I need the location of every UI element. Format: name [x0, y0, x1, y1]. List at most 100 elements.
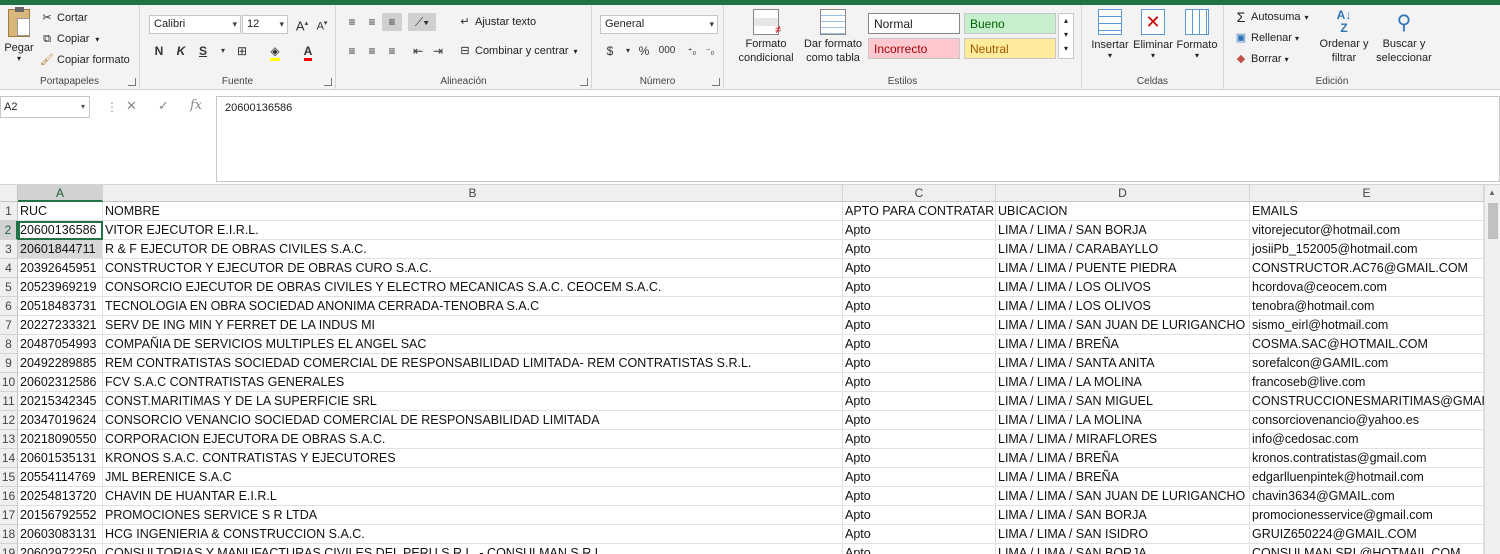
row-header[interactable]: 13 — [0, 430, 18, 449]
align-bottom-icon[interactable]: ≡ — [382, 13, 402, 31]
column-header-e[interactable]: E — [1250, 185, 1484, 202]
cell-e[interactable]: CONSTRUCTOR.AC76@GMAIL.COM — [1250, 259, 1484, 278]
align-left-icon[interactable]: ≡ — [342, 42, 362, 60]
cell-d[interactable]: LIMA / LIMA / SAN BORJA — [996, 506, 1250, 525]
cell-b[interactable]: KRONOS S.A.C. CONTRATISTAS Y EJECUTORES — [103, 449, 843, 468]
cancel-icon[interactable]: ✕ — [126, 98, 137, 114]
cell-a[interactable]: 20601844711 — [18, 240, 103, 259]
cell-e[interactable]: promocionesservice@gmail.com — [1250, 506, 1484, 525]
cell-d[interactable]: LIMA / LIMA / SAN JUAN DE LURIGANCHO — [996, 487, 1250, 506]
cell-d[interactable]: LIMA / LIMA / PUENTE PIEDRA — [996, 259, 1250, 278]
cell-d[interactable]: LIMA / LIMA / SAN BORJA — [996, 544, 1250, 554]
cell-a[interactable]: 20600136586 — [18, 221, 103, 240]
vertical-scrollbar[interactable]: ▲ — [1484, 185, 1500, 554]
cell-e[interactable]: GRUIZ650224@GMAIL.COM — [1250, 525, 1484, 544]
increase-decimal-icon[interactable]: ⁺₀ — [682, 42, 702, 60]
cell-d[interactable]: LIMA / LIMA / CARABAYLLO — [996, 240, 1250, 259]
row-header[interactable]: 18 — [0, 525, 18, 544]
cell-b[interactable]: NOMBRE — [103, 202, 843, 221]
row-header[interactable]: 7 — [0, 316, 18, 335]
delete-button[interactable]: ✕ Eliminar ▾ — [1132, 9, 1174, 60]
cell-d[interactable]: LIMA / LIMA / SANTA ANITA — [996, 354, 1250, 373]
cell-c[interactable]: Apto — [843, 392, 996, 411]
row-header[interactable]: 17 — [0, 506, 18, 525]
font-color-icon[interactable]: A — [298, 42, 318, 61]
cell-b[interactable]: REM CONTRATISTAS SOCIEDAD COMERCIAL DE R… — [103, 354, 843, 373]
style-bad[interactable]: Incorrecto — [868, 38, 960, 59]
chevron-down-icon[interactable]: ▾ — [213, 42, 233, 60]
row-header[interactable]: 8 — [0, 335, 18, 354]
cell-c[interactable]: Apto — [843, 221, 996, 240]
cell-a[interactable]: 20492289885 — [18, 354, 103, 373]
orientation-icon[interactable]: ⟋▾ — [408, 13, 436, 31]
cut-button[interactable]: ✂ Cortar — [40, 11, 87, 25]
merge-center-button[interactable]: ⊟ Combinar y centrar ▾ — [458, 44, 577, 58]
cell-e[interactable]: consorciovenancio@yahoo.es — [1250, 411, 1484, 430]
font-size-select[interactable]: 12 ▾ — [242, 15, 288, 34]
cell-c[interactable]: Apto — [843, 506, 996, 525]
increase-indent-icon[interactable]: ⇥ — [428, 42, 448, 60]
scrollbar-thumb[interactable] — [1488, 203, 1498, 239]
cell-e[interactable]: kronos.contratistas@gmail.com — [1250, 449, 1484, 468]
cell-d[interactable]: LIMA / LIMA / SAN MIGUEL — [996, 392, 1250, 411]
cell-e[interactable]: tenobra@hotmail.com — [1250, 297, 1484, 316]
cell-d[interactable]: LIMA / LIMA / SAN JUAN DE LURIGANCHO — [996, 316, 1250, 335]
row-header[interactable]: 6 — [0, 297, 18, 316]
column-header-c[interactable]: C — [843, 185, 996, 202]
cell-c[interactable]: APTO PARA CONTRATAR — [843, 202, 996, 221]
row-header[interactable]: 4 — [0, 259, 18, 278]
cell-e[interactable]: josiiPb_152005@hotmail.com — [1250, 240, 1484, 259]
cell-a[interactable]: 20603083131 — [18, 525, 103, 544]
row-header[interactable]: 16 — [0, 487, 18, 506]
decrease-indent-icon[interactable]: ⇤ — [408, 42, 428, 60]
cell-a[interactable]: 20215342345 — [18, 392, 103, 411]
cell-b[interactable]: CONSTRUCTOR Y EJECUTOR DE OBRAS CURO S.A… — [103, 259, 843, 278]
row-header[interactable]: 19 — [0, 544, 18, 554]
cell-c[interactable]: Apto — [843, 297, 996, 316]
cell-c[interactable]: Apto — [843, 468, 996, 487]
align-center-icon[interactable]: ≡ — [362, 42, 382, 60]
fill-color-icon[interactable]: ◈ — [265, 42, 285, 61]
format-cells-button[interactable]: Formato ▾ — [1176, 9, 1218, 60]
dialog-launcher-icon[interactable] — [712, 78, 720, 86]
cell-c[interactable]: Apto — [843, 487, 996, 506]
cell-b[interactable]: CONSULTORIAS Y MANUFACTURAS CIVILES DEL … — [103, 544, 843, 554]
cell-e[interactable]: hcordova@ceocem.com — [1250, 278, 1484, 297]
cell-a[interactable]: 20347019624 — [18, 411, 103, 430]
cell-e[interactable]: francoseb@live.com — [1250, 373, 1484, 392]
percent-button[interactable]: % — [634, 42, 654, 60]
cell-e[interactable]: info@cedosac.com — [1250, 430, 1484, 449]
cell-b[interactable]: CONSORCIO VENANCIO SOCIEDAD COMERCIAL DE… — [103, 411, 843, 430]
cell-c[interactable]: Apto — [843, 411, 996, 430]
row-header[interactable]: 9 — [0, 354, 18, 373]
style-neutral[interactable]: Neutral — [964, 38, 1056, 59]
select-all-corner[interactable] — [0, 185, 18, 202]
borders-icon[interactable]: ⊞ — [232, 42, 252, 60]
cell-b[interactable]: CORPORACION EJECUTORA DE OBRAS S.A.C. — [103, 430, 843, 449]
sort-filter-button[interactable]: A↓ Z Ordenar y filtrar — [1316, 9, 1372, 65]
format-as-table-button[interactable]: Dar formato como tabla — [800, 9, 866, 65]
cell-a[interactable]: 20602972250 — [18, 544, 103, 554]
cell-a[interactable]: 20156792552 — [18, 506, 103, 525]
cell-c[interactable]: Apto — [843, 544, 996, 554]
cell-c[interactable]: Apto — [843, 373, 996, 392]
cell-e[interactable]: chavin3634@GMAIL.com — [1250, 487, 1484, 506]
cell-b[interactable]: TECNOLOGIA EN OBRA SOCIEDAD ANONIMA CERR… — [103, 297, 843, 316]
cell-a[interactable]: 20392645951 — [18, 259, 103, 278]
cell-a[interactable]: 20227233321 — [18, 316, 103, 335]
cell-d[interactable]: LIMA / LIMA / LOS OLIVOS — [996, 297, 1250, 316]
function-icon[interactable]: fx — [190, 98, 202, 113]
cell-d[interactable]: LIMA / LIMA / SAN BORJA — [996, 221, 1250, 240]
style-good[interactable]: Bueno — [964, 13, 1056, 34]
align-right-icon[interactable]: ≡ — [382, 42, 402, 60]
italic-button[interactable]: K — [171, 42, 191, 60]
cell-e[interactable]: sorefalcon@GAMIL.com — [1250, 354, 1484, 373]
align-middle-icon[interactable]: ≡ — [362, 13, 382, 31]
cell-c[interactable]: Apto — [843, 278, 996, 297]
conditional-format-button[interactable]: ≠ Formato condicional — [732, 9, 800, 65]
cell-b[interactable]: PROMOCIONES SERVICE S R LTDA — [103, 506, 843, 525]
cell-d[interactable]: LIMA / LIMA / LOS OLIVOS — [996, 278, 1250, 297]
font-family-select[interactable]: Calibri ▾ — [149, 15, 241, 34]
cell-c[interactable]: Apto — [843, 259, 996, 278]
paste-button[interactable]: Pegar ▾ — [4, 7, 34, 63]
